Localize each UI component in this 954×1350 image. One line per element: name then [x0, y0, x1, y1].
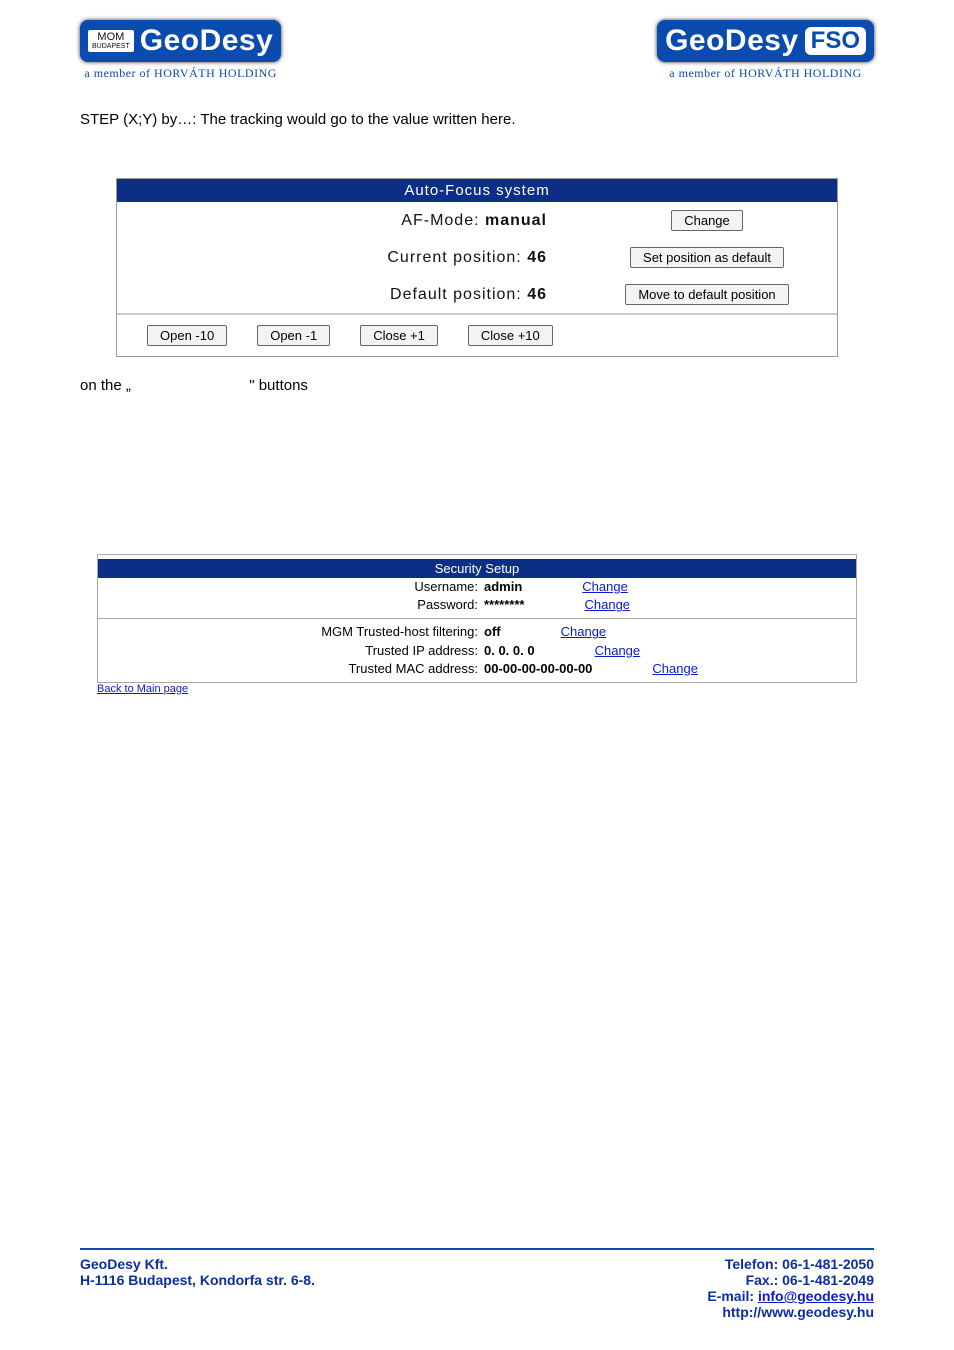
step-text: STEP (X;Y) by…: The tracking would go to… — [80, 111, 874, 128]
security-ip-label: Trusted IP address: — [98, 642, 484, 660]
footer-left: GeoDesy Kft. H-1116 Budapest, Kondorfa s… — [80, 1256, 315, 1320]
footer-email-label: E-mail: — [707, 1288, 758, 1304]
logo-right: GeoDesy FSO a member of HORVÁTH HOLDING — [657, 20, 874, 81]
security-panel: Security Setup Username: admin Change Pa… — [97, 554, 857, 695]
security-ip-row: Trusted IP address: 0. 0. 0. 0 Change — [98, 642, 856, 660]
change-mac-link[interactable]: Change — [652, 660, 698, 678]
security-password-value: ******** — [484, 596, 524, 614]
af-mode-label: AF-Mode: — [401, 212, 485, 229]
security-password-label: Password: — [98, 596, 484, 614]
security-filter-row: MGM Trusted-host filtering: off Change — [98, 623, 856, 641]
security-title: Security Setup — [98, 559, 856, 578]
af-mode-label-col: AF-Mode: manual — [117, 212, 587, 230]
logo-right-name: GeoDesy — [665, 24, 799, 58]
on-the-text: on the „ " buttons — [80, 377, 874, 394]
af-mode-value: manual — [485, 212, 547, 229]
autofocus-panel: Auto-Focus system AF-Mode: manual Change… — [116, 178, 838, 357]
af-mode-row: AF-Mode: manual Change — [117, 202, 837, 239]
mom-badge-bottom: BUDAPEST — [92, 43, 130, 50]
change-button[interactable]: Change — [671, 210, 743, 231]
security-username-row: Username: admin Change — [98, 578, 856, 596]
af-current-label-col: Current position: 46 — [117, 249, 587, 267]
fso-badge: FSO — [805, 27, 866, 55]
security-mac-label: Trusted MAC address: — [98, 660, 484, 678]
security-username-value: admin — [484, 578, 522, 596]
close-10-button[interactable]: Close +10 — [468, 325, 553, 346]
open-1-button[interactable]: Open -1 — [257, 325, 330, 346]
open-10-button[interactable]: Open -10 — [147, 325, 227, 346]
af-default-row: Default position: 46 Move to default pos… — [117, 276, 837, 313]
logo-left: MOM BUDAPEST GeoDesy a member of HORVÁTH… — [80, 20, 281, 81]
footer-tel: Telefon: 06-1-481-2050 — [707, 1256, 874, 1272]
security-mac-row: Trusted MAC address: 00-00-00-00-00-00 C… — [98, 660, 856, 678]
security-password-row: Password: ******** Change — [98, 596, 856, 614]
security-username-label: Username: — [98, 578, 484, 596]
security-mac-value: 00-00-00-00-00-00 — [484, 660, 592, 678]
change-filter-link[interactable]: Change — [561, 623, 607, 641]
security-block-1: Security Setup Username: admin Change Pa… — [97, 554, 857, 618]
security-filter-label: MGM Trusted-host filtering: — [98, 623, 484, 641]
on-the-prefix: on the „ — [80, 377, 131, 394]
af-default-label: Default position: — [390, 286, 527, 303]
footer-email-line: E-mail: info@geodesy.hu — [707, 1288, 874, 1304]
af-current-row: Current position: 46 Set position as def… — [117, 239, 837, 276]
back-link[interactable]: Back to Main page — [97, 683, 857, 695]
mom-badge: MOM BUDAPEST — [88, 30, 134, 53]
footer-fax: Fax.: 06-1-481-2049 — [707, 1272, 874, 1288]
mom-badge-top: MOM — [92, 32, 130, 44]
af-default-label-col: Default position: 46 — [117, 286, 587, 304]
footer-right: Telefon: 06-1-481-2050 Fax.: 06-1-481-20… — [707, 1256, 874, 1320]
footer-company: GeoDesy Kft. — [80, 1256, 315, 1272]
security-filter-value: off — [484, 623, 501, 641]
move-default-button[interactable]: Move to default position — [625, 284, 788, 305]
footer: GeoDesy Kft. H-1116 Budapest, Kondorfa s… — [80, 1248, 874, 1320]
security-block-2: MGM Trusted-host filtering: off Change T… — [97, 618, 857, 683]
security-ip-value: 0. 0. 0. 0 — [484, 642, 535, 660]
logo-right-tagline: a member of HORVÁTH HOLDING — [669, 66, 862, 81]
footer-email-link[interactable]: info@geodesy.hu — [758, 1288, 874, 1304]
change-username-link[interactable]: Change — [582, 578, 628, 596]
page: MOM BUDAPEST GeoDesy a member of HORVÁTH… — [0, 0, 954, 1350]
buttons-suffix: " buttons — [249, 377, 308, 394]
footer-address: H-1116 Budapest, Kondorfa str. 6-8. — [80, 1272, 315, 1288]
set-default-button[interactable]: Set position as default — [630, 247, 784, 268]
change-ip-link[interactable]: Change — [595, 642, 641, 660]
af-current-value: 46 — [527, 249, 547, 266]
change-password-link[interactable]: Change — [584, 596, 630, 614]
logo-left-name: GeoDesy — [140, 24, 274, 58]
step-button-row: Open -10 Open -1 Close +1 Close +10 — [117, 315, 837, 356]
af-default-value: 46 — [527, 286, 547, 303]
logo-left-box: MOM BUDAPEST GeoDesy — [80, 20, 281, 62]
header: MOM BUDAPEST GeoDesy a member of HORVÁTH… — [80, 20, 874, 81]
close-1-button[interactable]: Close +1 — [360, 325, 438, 346]
logo-left-tagline: a member of HORVÁTH HOLDING — [84, 66, 277, 81]
logo-right-box: GeoDesy FSO — [657, 20, 874, 62]
footer-web: http://www.geodesy.hu — [707, 1304, 874, 1320]
autofocus-title: Auto-Focus system — [117, 179, 837, 202]
af-current-label: Current position: — [387, 249, 527, 266]
